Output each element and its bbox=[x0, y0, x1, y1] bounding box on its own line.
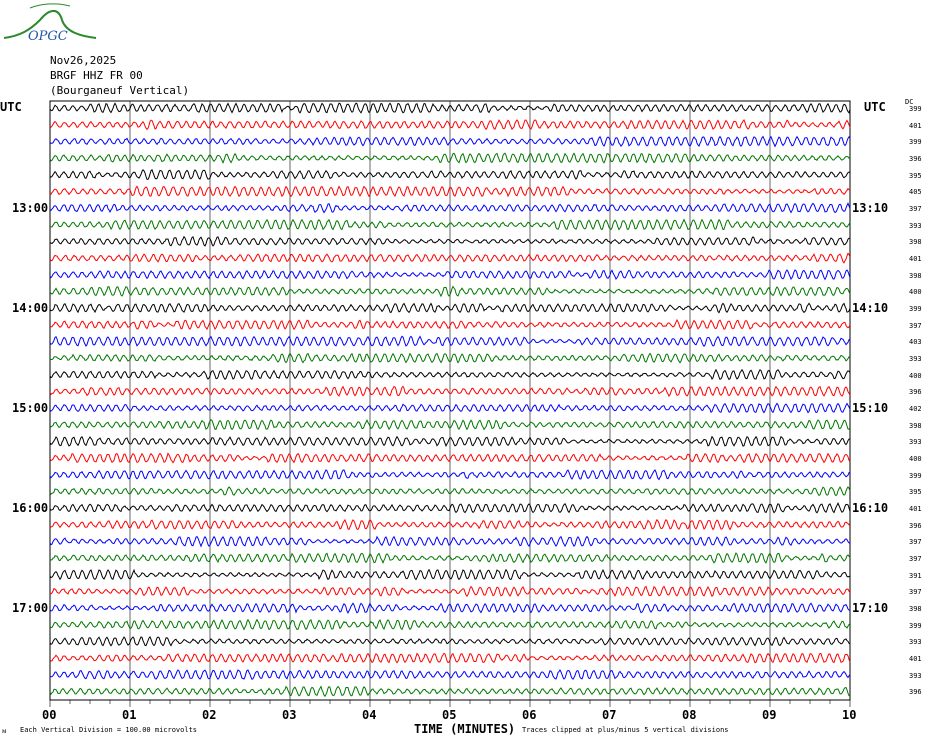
dc-offset: 397 bbox=[909, 555, 922, 563]
helicorder: OPGC Nov26,2025 BRGF HHZ FR 00 (Bourgane… bbox=[0, 0, 930, 744]
dc-offset: 396 bbox=[909, 155, 922, 163]
dc-offset: 403 bbox=[909, 338, 922, 347]
dc-offset: 405 bbox=[909, 188, 922, 197]
right-hour-label: 17:10 bbox=[852, 601, 889, 615]
dc-offset: 399 bbox=[909, 105, 922, 113]
right-hour-label: 14:10 bbox=[852, 301, 889, 315]
x-axis-label: TIME (MINUTES) bbox=[414, 722, 516, 736]
right-hour-label: 16:10 bbox=[852, 501, 889, 515]
dc-offset: 393 bbox=[909, 671, 922, 680]
dc-offset: 393 bbox=[909, 355, 922, 363]
dc-offset: 400 bbox=[909, 455, 922, 463]
dc-offset: 397 bbox=[909, 588, 922, 597]
dc-offset: 396 bbox=[909, 521, 922, 530]
clip-note: Traces clipped at plus/minus 5 vertical … bbox=[522, 726, 729, 734]
dc-offset: 399 bbox=[909, 621, 922, 630]
dc-offset: 399 bbox=[909, 471, 922, 480]
seismogram-plot bbox=[49, 100, 851, 707]
dc-offset: 397 bbox=[909, 538, 922, 547]
dc-offset: 398 bbox=[909, 271, 922, 280]
x-tick-label: 04 bbox=[362, 708, 377, 722]
dc-offset: 401 bbox=[909, 255, 922, 263]
x-tick-label: 10 bbox=[842, 708, 857, 722]
dc-offset: 399 bbox=[909, 305, 922, 313]
x-tick-label: 06 bbox=[522, 708, 537, 722]
x-tick-label: 00 bbox=[42, 708, 57, 722]
left-hour-label: 13:00 bbox=[12, 201, 49, 215]
scale-note: Each Vertical Division = 100.00 microvol… bbox=[20, 726, 198, 734]
left-hour-label: 17:00 bbox=[12, 601, 49, 615]
x-tick-label: 02 bbox=[202, 708, 217, 722]
scale-mark: ᴍ bbox=[2, 727, 7, 735]
left-hour-label: 16:00 bbox=[12, 501, 49, 515]
dc-offset: 396 bbox=[909, 688, 922, 697]
dc-offset: 393 bbox=[909, 221, 922, 230]
x-tick-label: 01 bbox=[122, 708, 137, 722]
x-tick-label: 09 bbox=[762, 708, 777, 722]
left-hour-label: 14:00 bbox=[12, 301, 49, 315]
x-tick-label: 08 bbox=[682, 708, 697, 722]
dc-offset: 395 bbox=[909, 171, 922, 180]
x-tick-label: 05 bbox=[442, 708, 457, 722]
dc-offset: 398 bbox=[909, 238, 922, 247]
dc-offset: 400 bbox=[909, 288, 922, 297]
dc-offset: 397 bbox=[909, 205, 922, 213]
dc-offset: 395 bbox=[909, 488, 922, 497]
dc-offset: 401 bbox=[909, 655, 922, 663]
dc-offset: 393 bbox=[909, 638, 922, 647]
dc-offset: 401 bbox=[909, 121, 922, 130]
dc-offset: 391 bbox=[909, 571, 922, 580]
dc-offset: 401 bbox=[909, 505, 922, 513]
dc-offset: 398 bbox=[909, 421, 922, 430]
dc-offset: 400 bbox=[909, 371, 922, 380]
dc-offset: 398 bbox=[909, 605, 922, 613]
right-hour-label: 15:10 bbox=[852, 401, 889, 415]
dc-offset: 399 bbox=[909, 138, 922, 147]
x-tick-label: 07 bbox=[602, 708, 617, 722]
right-hour-label: 13:10 bbox=[852, 201, 889, 215]
x-tick-label: 03 bbox=[282, 708, 297, 722]
dc-offset: 397 bbox=[909, 321, 922, 330]
dc-offset: 396 bbox=[909, 388, 922, 397]
dc-offset: 402 bbox=[909, 405, 922, 413]
dc-offset: 393 bbox=[909, 438, 922, 447]
left-hour-label: 15:00 bbox=[12, 401, 49, 415]
